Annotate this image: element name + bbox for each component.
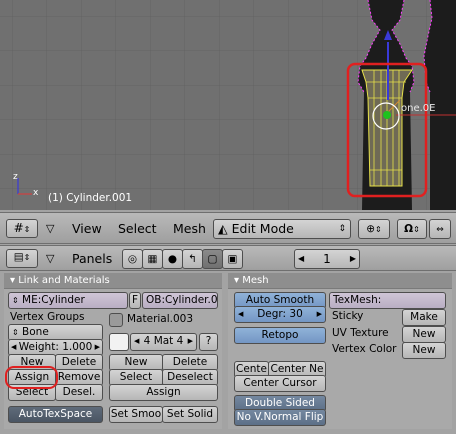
panels-label: Panels <box>72 251 113 266</box>
arrows-icon: ⇔ <box>436 225 444 235</box>
script-context-button[interactable]: ▦ <box>142 249 163 269</box>
collapse-triangle-icon[interactable]: ▽ <box>46 221 54 236</box>
logic-icon: ◎ <box>127 253 138 265</box>
panel-collapse-icon: ▾ <box>10 275 16 286</box>
axis-x-label: x <box>33 188 39 198</box>
object-context-button[interactable]: ↰ <box>182 249 203 269</box>
magnet-icon: Ω <box>404 223 414 235</box>
retopo-toggle[interactable]: Retopo <box>234 327 326 344</box>
logic-context-button[interactable]: ◎ <box>122 249 143 269</box>
auto-smooth-degree-field[interactable]: ◀ Degr: 30 ▶ <box>234 306 326 323</box>
sticky-make-button[interactable]: Make <box>402 309 446 326</box>
material-help-button[interactable]: ? <box>199 333 218 351</box>
sticky-label: Sticky <box>332 310 364 322</box>
left-arrow-icon: ◀ <box>238 310 244 318</box>
object-origin-dot <box>383 111 391 119</box>
editing-icon: ▢ <box>207 253 218 265</box>
set-solid-button[interactable]: Set Solid <box>162 406 218 423</box>
fake-user-button[interactable]: F <box>129 292 141 309</box>
bone-name-label: one.0E <box>401 103 436 114</box>
texmesh-field[interactable]: TexMesh: <box>329 292 446 309</box>
material-name-label: Material.003 <box>127 313 194 325</box>
left-arrow-icon: ◀ <box>11 343 17 351</box>
editing-context-button[interactable]: ▢ <box>202 249 223 269</box>
right-arrow-icon: ▶ <box>187 337 193 345</box>
material-color-swatch[interactable] <box>109 313 123 327</box>
mesh-panel-header[interactable]: ▾ Mesh <box>228 273 452 289</box>
no-vnormal-flip-toggle[interactable]: No V.Normal Flip <box>234 409 326 426</box>
center-cursor-button[interactable]: Center Cursor <box>234 375 326 392</box>
object-icon: ↰ <box>188 253 197 265</box>
assign-highlight-ring <box>5 366 58 389</box>
editor-type-selector[interactable]: #⇕ <box>6 219 38 238</box>
material-preview-swatch[interactable] <box>109 333 129 351</box>
scene-context-button[interactable]: ▣ <box>222 249 243 269</box>
left-arrow-icon: ◀ <box>298 254 305 263</box>
buttons-window-icon: ▤ <box>13 251 24 263</box>
frame-number-field[interactable]: ◀ 1 ▶ <box>294 249 360 269</box>
uv-texture-new-button[interactable]: New <box>402 326 446 343</box>
right-arrow-icon: ▶ <box>349 254 356 263</box>
updown-icon: ⇕ <box>12 296 19 305</box>
vertex-groups-label: Vertex Groups <box>10 311 85 323</box>
material-assign-button[interactable]: Assign <box>109 384 218 401</box>
link-materials-panel-header[interactable]: ▾ Link and Materials <box>4 273 222 289</box>
buttons-editor-type-selector[interactable]: ▤⇕ <box>6 249 38 268</box>
context-buttons-group: ◎ ▦ ● ↰ ▢ ▣ <box>122 249 246 269</box>
view3d-header: #⇕ ▽ View Select Mesh ◭ Edit Mode ⇕ ⊕⇕ Ω… <box>0 212 456 244</box>
object-name-label: (1) Cylinder.001 <box>48 192 133 204</box>
material-index-field[interactable]: ◀ 4 Mat 4 ▶ <box>130 333 197 351</box>
menu-mesh[interactable]: Mesh <box>173 221 206 236</box>
mesh-datablock-field[interactable]: ⇕ ME:Cylinder <box>8 292 128 309</box>
right-arrow-icon: ▶ <box>316 310 322 318</box>
viewport-scene <box>0 0 456 210</box>
script-icon: ▦ <box>147 253 158 265</box>
shading-context-button[interactable]: ● <box>162 249 183 269</box>
menu-view[interactable]: View <box>72 221 102 236</box>
collapse-triangle-icon[interactable]: ▽ <box>46 251 54 266</box>
vertex-color-new-button[interactable]: New <box>402 342 446 359</box>
vertex-color-label: Vertex Color <box>332 343 397 355</box>
shading-icon: ● <box>167 253 178 265</box>
grid-icon: # <box>13 221 24 235</box>
pivot-selector[interactable]: ⊕⇕ <box>358 219 390 239</box>
3d-viewport[interactable]: one.0E z x (1) Cylinder.001 <box>0 0 456 210</box>
menu-select[interactable]: Select <box>118 221 157 236</box>
updown-icon: ⇕ <box>338 224 346 234</box>
axis-z-label: z <box>13 172 18 182</box>
right-arrow-icon: ▶ <box>94 343 100 351</box>
vgroup-deselect-button[interactable]: Desel. <box>55 384 103 401</box>
set-smooth-button[interactable]: Set Smoo <box>109 406 163 423</box>
updown-icon: ⇕ <box>12 328 19 337</box>
updown-icon: ⇕ <box>23 225 31 234</box>
scene-icon: ▣ <box>227 253 238 265</box>
left-arrow-icon: ◀ <box>134 337 140 345</box>
pivot-icon: ⊕ <box>366 223 376 235</box>
uv-texture-label: UV Texture <box>332 327 389 339</box>
autotexspace-toggle[interactable]: AutoTexSpace <box>8 406 103 423</box>
proportional-edit-button[interactable]: ⇔ <box>429 219 451 239</box>
manipulator-toggle[interactable]: Ω⇕ <box>397 219 427 239</box>
buttons-header: ▤⇕ ▽ Panels ◎ ▦ ● ↰ ▢ ▣ ◀ 1 ▶ <box>0 245 456 271</box>
edit-mode-icon: ◭ <box>218 221 228 236</box>
object-name-field[interactable]: OB:Cylinder.001 <box>142 292 218 309</box>
panel-collapse-icon: ▾ <box>234 275 240 286</box>
mode-selector[interactable]: ◭ Edit Mode ⇕ <box>213 219 351 239</box>
